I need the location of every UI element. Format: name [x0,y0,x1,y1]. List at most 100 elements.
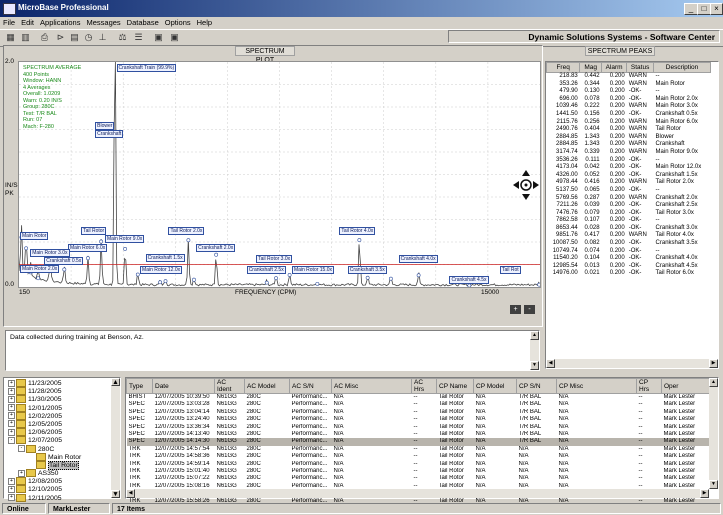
menu-applications[interactable]: Applications [37,17,83,28]
grid-scroll-up[interactable]: ▲ [709,378,718,387]
peak-row[interactable]: 5137.50 0.065 0.200 -OK- -- [547,187,711,195]
tree-expander[interactable]: + [8,477,15,485]
peak-row[interactable]: 3174.74 0.339 0.200 WARN Main Rotor 9.0x [547,149,711,157]
tree-expander[interactable]: + [8,404,15,412]
grid-row[interactable]: TRK 12/07/2005 14:57:54 N61GG 280C Performan… [127,446,711,453]
session-tree[interactable]: +11/23/2005 +11/28/2005 +11/30/2005 +12/01/… [3,377,121,502]
tree-node[interactable]: +11/23/2005 [6,379,118,387]
tree-node[interactable]: +12/01/2005 [6,403,118,412]
peak-annotation[interactable]: Crankshaft [95,130,124,138]
menu-file[interactable]: File [0,17,18,28]
grid-row[interactable]: TRK 12/07/2005 15:01:40 N61GG 280C Performan… [127,468,711,475]
minimize-button[interactable]: _ [684,3,698,15]
tree-node[interactable]: +12/06/2005 [6,428,118,437]
grid-header-ac-hrs[interactable]: AC Hrs [411,378,437,394]
tree-expander[interactable]: + [18,469,25,477]
peak-row[interactable]: 11540.20 0.104 0.200 -OK- Crankshaft 4.0x [547,255,711,263]
window2-icon[interactable]: ▣ [168,32,181,43]
grid-row[interactable]: TRK 12/07/2005 14:58:36 N61GG 280C Performan… [127,453,711,460]
tree-scroll-up[interactable]: ▲ [111,378,120,387]
peak-annotation[interactable]: Tail Rotor 2.0x [168,226,205,235]
peak-annotation[interactable]: Crankshaft 4.0x [398,254,438,263]
peak-row[interactable]: 10749.74 0.074 0.200 -OK- -- [547,248,711,256]
peak-row[interactable]: 3536.26 0.111 0.200 -OK- -- [547,157,711,165]
peaks-hscrollbar[interactable]: ◀ ▶ [546,359,718,368]
peak-row[interactable]: 14976.00 0.021 0.200 -OK- Tail Rotor 6.0x [547,270,711,278]
peaks-panel[interactable]: Freq Mag Alarm Status Description 218.83 0.44… [545,61,719,369]
tree-expander[interactable]: + [8,412,15,420]
peak-row[interactable]: 2115.76 0.256 0.200 WARN Main Rotor 6.0x [547,119,711,127]
pan-navigation-icon[interactable] [511,168,541,202]
peak-annotation[interactable]: Tail Rot [500,266,521,275]
notes-scroll-up[interactable]: ▲ [530,331,539,340]
peak-annotation[interactable]: Crankshaft Train (99.9%) [116,63,177,72]
chart-icon[interactable]: ⊥ [96,32,109,43]
tree-node[interactable]: Main Rotor [6,452,118,461]
peak-row[interactable]: 479.90 0.130 0.200 -OK- -- [547,88,711,96]
clock-icon[interactable]: ◷ [82,32,95,43]
peaks-header-alarm[interactable]: Alarm [601,62,628,73]
peak-row[interactable]: 1039.46 0.222 0.200 WARN Main Rotor 3.0x [547,103,711,111]
peak-row[interactable]: 1441.50 0.156 0.200 -OK- Crankshaft 0.5x [547,111,711,119]
grid-header-ac-ident[interactable]: AC Ident [214,378,245,394]
close-button[interactable]: × [710,3,723,15]
peak-annotation[interactable]: Tail Rotor 4.0x [339,226,376,235]
peak-row[interactable]: 2490.76 0.404 0.200 WARN Tail Rotor [547,126,711,134]
peak-row[interactable]: 2884.85 1.343 0.200 WARN Crankshaft [547,141,711,149]
peak-annotation[interactable]: Tail Rotor [81,226,107,235]
peak-annotation[interactable]: Tail Rotor 3.0x [256,254,293,263]
level-icon[interactable]: ☰ [132,32,145,43]
records-grid[interactable]: Type Date AC Ident AC Model AC S/N AC Misc AC … [125,377,719,504]
peak-annotation[interactable]: Crankshaft 2.0x [196,243,236,252]
grid-header-cp-misc[interactable]: CP Misc [556,378,637,394]
tree-expander[interactable]: + [8,428,15,436]
report-icon[interactable]: ▤ [68,32,81,43]
tree-scrollbar[interactable]: ▲ ▼ [111,378,120,498]
menu-messages[interactable]: Messages [83,17,123,28]
peak-annotation[interactable]: Main Rotor 15.0x [291,266,335,275]
grid-row[interactable]: SPEC 12/07/2005 13:04:14 N61GG 280C Performa… [127,409,711,416]
grid-hscrollbar[interactable]: ◀ ▶ [126,489,709,498]
peak-row[interactable]: 2884.85 1.343 0.200 WARN Blower [547,134,711,142]
grid-scroll-right[interactable]: ▶ [700,489,709,498]
bars-tool-icon[interactable]: ▥ [19,32,32,43]
grid-header-cp-model[interactable]: CP Model [473,378,517,394]
peak-row[interactable]: 353.26 0.344 0.200 WARN Main Rotor [547,81,711,89]
peak-row[interactable]: 10087.50 0.082 0.200 -OK- Crankshaft 3.5x [547,240,711,248]
tree-scroll-down[interactable]: ▼ [111,489,120,498]
peak-annotation[interactable]: Crankshaft 1.5x [145,253,185,262]
maximize-button[interactable]: □ [697,3,711,15]
tree-node[interactable]: +12/08/2005 [6,477,118,486]
tree-expander[interactable]: + [8,420,15,428]
tree-expander[interactable]: - [8,436,15,444]
peak-annotation[interactable]: Crankshaft 2.5x [246,266,286,275]
peak-row[interactable]: 7476.76 0.079 0.200 -OK- Tail Rotor 3.0x [547,210,711,218]
window-icon[interactable]: ▣ [152,32,165,43]
peak-row[interactable]: 7862.58 0.107 0.200 -OK- -- [547,217,711,225]
peaks-header-description[interactable]: Description [653,62,711,73]
peak-row[interactable]: 218.83 0.442 0.200 WARN -- [547,73,711,81]
peak-row[interactable]: 12985.54 0.013 0.200 -OK- Crankshaft 4.5x [547,263,711,271]
grid-row[interactable]: BHIST 12/07/2005 10:39:50 N61GG 280C Perform… [127,394,711,402]
tree-node[interactable]: +12/02/2005 [6,411,118,420]
peaks-header-mag[interactable]: Mag [579,62,603,73]
grid-row[interactable]: TRK 12/07/2005 14:59:14 N61GG 280C Performan… [127,461,711,468]
peak-annotation[interactable]: Main Rotor 3.0x [30,249,70,258]
tree-expander[interactable]: + [8,395,15,403]
print-icon[interactable]: ⎙ [38,32,51,43]
grid-scrollbar[interactable]: ▲ ▼ [709,378,718,489]
tree-node[interactable]: +11/30/2005 [6,395,118,404]
tree-expander[interactable]: + [8,494,15,502]
grid-header-ac-s-n[interactable]: AC S/N [289,378,332,394]
grid-header-cp-s-n[interactable]: CP S/N [516,378,557,394]
peak-annotation[interactable]: Crankshaft 4.5x [449,276,489,285]
grid-row[interactable]: SPEC 12/07/2005 14:14:30 N61GG 280C Performa… [126,438,711,446]
spectrum-plot[interactable]: SPECTRUM AVERAGE 400 Points Window: HANN 4 … [18,61,541,288]
peak-row[interactable]: 8653.44 0.028 0.200 -OK- Crankshaft 3.0x [547,225,711,233]
grid-row[interactable]: SPEC 12/07/2005 14:13:40 N61GG 280C Performa… [127,431,711,438]
tree-node[interactable]: + AS350 [6,469,118,478]
menu-help[interactable]: Help [194,17,215,28]
tree-node[interactable]: +12/10/2005 [6,485,118,494]
grid-row[interactable]: SPEC 12/07/2005 13:24:40 N61GG 280C Performa… [127,416,711,423]
grid-row[interactable]: TRK 12/07/2005 15:07:22 N61GG 280C Performan… [127,475,711,482]
